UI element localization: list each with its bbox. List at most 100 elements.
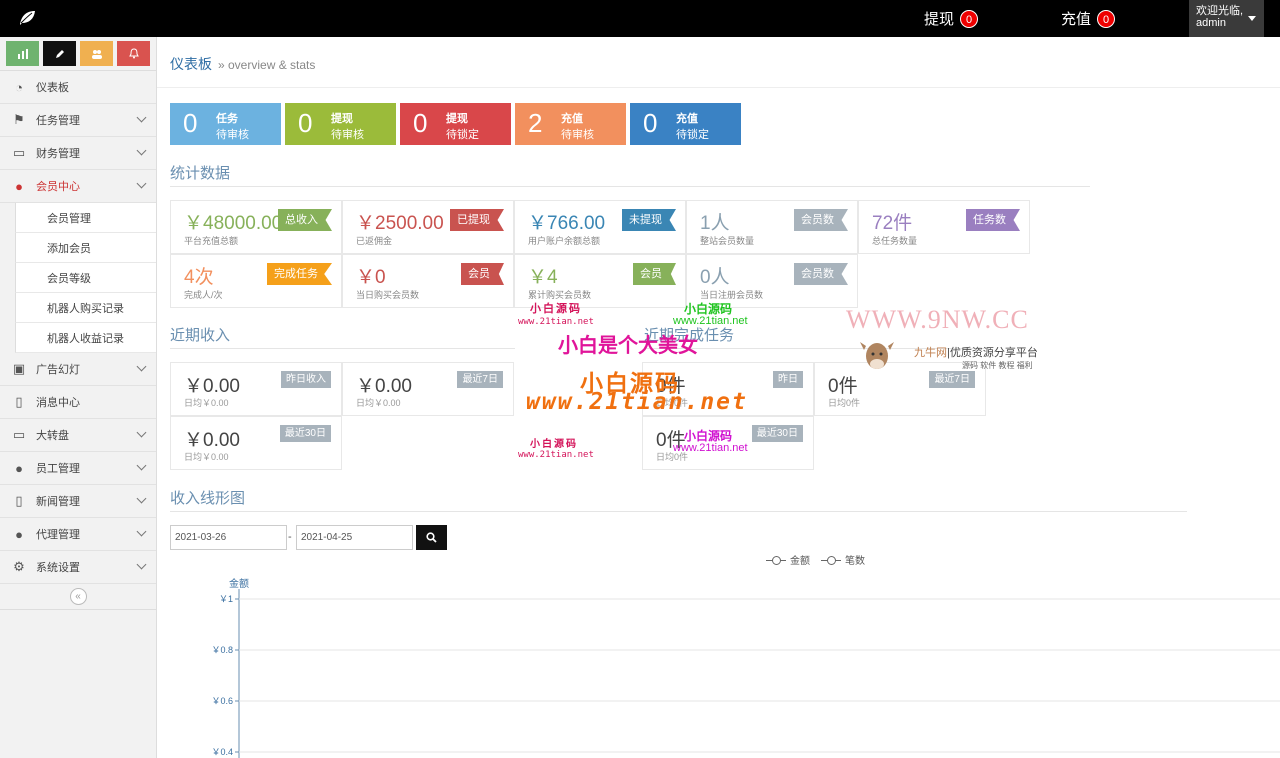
caret-down-icon	[1248, 16, 1256, 21]
divider	[170, 186, 1090, 187]
gear-icon: ⚙	[13, 559, 25, 574]
sidebar-item-label: 广告幻灯	[36, 364, 80, 376]
stat-value: 1人	[700, 213, 730, 234]
stat-today-purchases: ￥0 当日购买会员数 会员	[342, 254, 514, 308]
stat-value: 0人	[700, 267, 730, 288]
tile-count: 0	[413, 108, 428, 138]
sidebar-item-label: 会员中心	[36, 181, 80, 193]
chevron-down-icon	[136, 112, 147, 123]
tile-title: 充值	[676, 113, 698, 125]
income-value: ￥0.00	[184, 376, 240, 397]
sidebar-item-dashboard[interactable]: ◔ 仪表板	[0, 71, 156, 104]
sidebar-item-label: 系统设置	[36, 562, 80, 574]
shortcut-bar	[0, 37, 156, 71]
stat-value: ￥0	[356, 267, 386, 288]
shortcut-bell-button[interactable]	[117, 41, 150, 66]
sidebar-item-settings[interactable]: ⚙ 系统设置	[0, 551, 156, 584]
withdraw-notice[interactable]: 提现 0	[924, 8, 979, 29]
tile-recharge-locked[interactable]: 0 充值 待锁定	[630, 103, 741, 145]
stat-tag: 会员数	[794, 209, 848, 231]
chevron-down-icon	[136, 361, 147, 372]
chart-y-tick-label: ￥0.4	[211, 747, 233, 757]
tasks-yesterday: 0件 日均0件 昨日	[642, 362, 814, 416]
date-to-input[interactable]: 2021-04-25	[296, 525, 413, 550]
legend-count[interactable]: 笔数	[821, 552, 865, 567]
tasks-average: 日均0件	[828, 398, 861, 408]
sidebar-item-ads[interactable]: ▣ 广告幻灯	[0, 353, 156, 386]
tile-count: 0	[298, 108, 313, 138]
tile-count: 0	[643, 108, 658, 138]
sidebar-item-label: 消息中心	[36, 397, 80, 409]
user-menu[interactable]: 欢迎光临, admin	[1189, 0, 1264, 37]
sidebar-item-staff[interactable]: ● 员工管理	[0, 452, 156, 485]
sidebar-item-agents[interactable]: ● 代理管理	[0, 518, 156, 551]
stat-label: 总任务数量	[872, 236, 918, 246]
tasks-period-tag: 最近30日	[751, 425, 803, 442]
sidebar-item-wheel[interactable]: ▭ 大转盘	[0, 419, 156, 452]
tile-task-pending[interactable]: 0 任务 待审核	[170, 103, 281, 145]
legend-amount[interactable]: 金额	[766, 552, 810, 567]
stat-label: 整站会员数量	[700, 236, 755, 246]
sidebar-item-finance[interactable]: ▭ 财务管理	[0, 137, 156, 170]
stat-label: 当日购买会员数	[356, 290, 420, 300]
leaf-logo-icon[interactable]	[18, 10, 36, 26]
stat-label: 平台充值总额	[184, 236, 239, 246]
income-30days: ￥0.00 日均￥0.00 最近30日	[170, 416, 342, 470]
income-average: 日均￥0.00	[184, 398, 229, 408]
users-icon	[91, 49, 102, 59]
sidebar-subitem-robot-purchase[interactable]: 机器人购买记录	[15, 293, 156, 323]
chevron-down-icon	[136, 460, 147, 471]
sidebar-collapse-row: «	[0, 584, 156, 610]
shortcut-pencil-button[interactable]	[43, 41, 76, 66]
tasks-period-tag: 昨日	[773, 371, 803, 388]
sidebar-subitem-add-member[interactable]: 添加会员	[15, 233, 156, 263]
inbox-icon: ▭	[12, 427, 26, 442]
tile-recharge-pending[interactable]: 2 充值 待审核	[515, 103, 626, 145]
sidebar-subitem-robot-income[interactable]: 机器人收益记录	[15, 323, 156, 353]
user-icon: ●	[15, 178, 23, 194]
legend-marker	[766, 555, 786, 565]
date-from-input[interactable]: 2021-03-26	[170, 525, 287, 550]
shortcut-chart-button[interactable]	[6, 41, 39, 66]
sidebar-item-label: 财务管理	[36, 148, 80, 160]
recharge-label: 充值	[1061, 11, 1092, 28]
page-subtitle: » overview & stats	[218, 58, 316, 72]
stat-tag: 会员	[633, 263, 676, 285]
stat-label: 当日注册会员数	[700, 290, 764, 300]
sidebar-item-messages[interactable]: ▯ 消息中心	[0, 386, 156, 419]
stat-tag: 已提现	[450, 209, 504, 231]
sidebar-subitem-member-level[interactable]: 会员等级	[15, 263, 156, 293]
tile-status: 待审核	[216, 129, 249, 141]
sidebar-item-news[interactable]: ▯ 新闻管理	[0, 485, 156, 518]
chart-y-tick-label: ￥1	[219, 594, 233, 604]
stat-tag: 未提现	[622, 209, 676, 231]
stat-label: 用户账户余额总额	[528, 236, 601, 246]
stat-completed: 4次 完成人/次 完成任务	[170, 254, 342, 308]
income-7days: ￥0.00 日均￥0.00 最近7日	[342, 362, 514, 416]
stat-tag: 会员数	[794, 263, 848, 285]
chart-y-tick-label: ￥0.8	[211, 645, 233, 655]
withdraw-label: 提现	[924, 11, 955, 28]
tile-withdraw-locked[interactable]: 0 提现 待锁定	[400, 103, 511, 145]
tile-withdraw-pending[interactable]: 0 提现 待审核	[285, 103, 396, 145]
income-section-title: 近期收入	[170, 327, 231, 344]
sidebar-subitem-member-manage[interactable]: 会员管理	[15, 203, 156, 233]
chevron-down-icon	[136, 178, 147, 189]
recharge-notice[interactable]: 充值 0	[1061, 8, 1116, 29]
search-button[interactable]	[416, 525, 447, 550]
sidebar-item-label: 仪表板	[36, 82, 69, 94]
stats-section-title: 统计数据	[170, 165, 231, 182]
tasks-average: 日均0件	[656, 398, 689, 408]
income-value: ￥0.00	[356, 376, 412, 397]
bookmark-icon: ▯	[15, 394, 23, 409]
sidebar-item-tasks[interactable]: ⚑ 任务管理	[0, 104, 156, 137]
chart-y-tick-label: ￥0.6	[211, 696, 233, 706]
page-title: 仪表板	[170, 56, 212, 72]
chart-section-title: 收入线形图	[170, 490, 246, 507]
sidebar-item-label: 新闻管理	[36, 496, 80, 508]
stat-tag: 总收入	[278, 209, 332, 231]
tasks-average: 日均0件	[656, 452, 689, 462]
shortcut-users-button[interactable]	[80, 41, 113, 66]
collapse-sidebar-icon[interactable]: «	[69, 588, 87, 605]
sidebar-item-members[interactable]: ● 会员中心	[0, 170, 156, 203]
